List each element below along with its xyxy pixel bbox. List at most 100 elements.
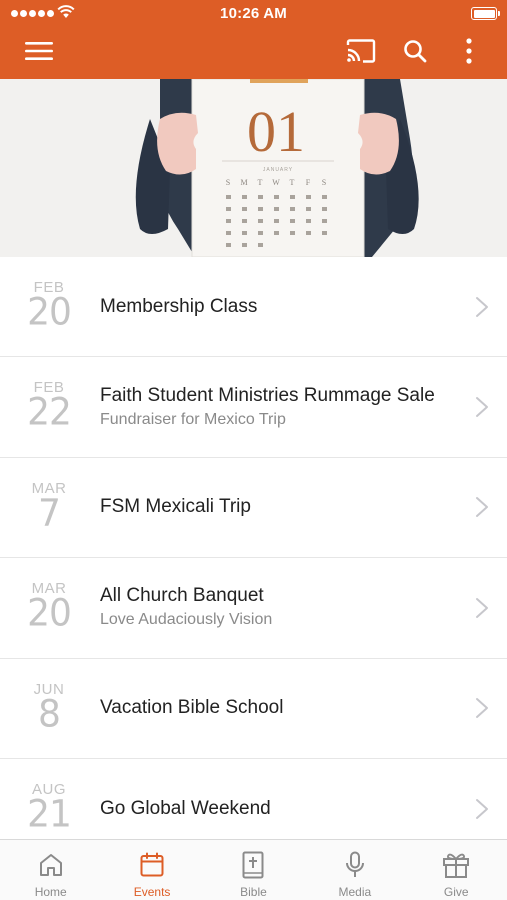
calendar-date-mark [290,207,295,211]
event-date: MAR 7 [14,480,84,535]
chevron-right-icon [476,597,488,618]
event-date: MAR 20 [14,580,84,636]
home-icon [37,851,65,879]
calendar-date-mark [290,231,295,235]
event-row[interactable]: FEB 20 Membership Class [0,257,507,358]
event-day: 7 [38,491,61,535]
event-text: Vacation Bible School [100,659,467,758]
calendar-date-mark [258,207,263,211]
gift-icon [442,851,470,879]
event-date: FEB 20 [14,279,84,334]
calendar-weekday: M [240,178,247,187]
cast-button[interactable] [344,34,378,68]
calendar-date-mark [322,231,327,235]
event-date: JUN 8 [14,681,84,736]
calendar-date-mark [274,231,279,235]
status-time: 10:26 AM [220,5,287,22]
event-row[interactable]: MAR 20 All Church Banquet Love Audacious… [0,558,507,659]
calendar-date-mark [290,219,295,223]
calendar-date-mark [306,207,311,211]
calendar-date-mark [306,231,311,235]
calendar-date-mark [306,219,311,223]
event-title: Faith Student Ministries Rummage Sale [100,384,435,406]
event-row[interactable]: FEB 22 Faith Student Ministries Rummage … [0,357,507,458]
event-list: FEB 20 Membership Class FEB 22 Faith Stu… [0,257,507,839]
calendar-date-mark [226,207,231,211]
cast-icon [346,39,376,63]
calendar-date-mark [258,243,263,247]
calendar-date-mark [274,207,279,211]
tab-events[interactable]: Events [101,840,202,900]
tab-label: Events [133,885,171,899]
event-title: All Church Banquet [100,585,264,607]
calendar-date-mark [242,231,247,235]
calendar-date-mark [258,219,263,223]
calendar-date-mark [290,195,295,199]
bible-icon [239,851,267,879]
event-text: Go Global Weekend [100,759,467,839]
calendar-date-mark [258,195,263,199]
event-title: Membership Class [100,295,258,317]
event-date: FEB 22 [14,379,84,435]
tab-bar: Home Events Bible Media Give [0,839,507,900]
status-bar: 10:26 AM [0,0,507,26]
calendar-weekday: W [272,178,280,187]
event-day: 20 [27,290,72,334]
tab-label: Media [338,885,372,899]
more-options-button[interactable] [452,34,486,68]
calendar-weekday: T [258,178,263,187]
event-row[interactable]: AUG 21 Go Global Weekend [0,758,507,839]
calendar-date-mark [274,195,279,199]
calendar-date-mark [322,195,327,199]
more-vertical-icon [466,38,472,64]
tab-label: Bible [240,885,267,899]
event-title: FSM Mexicali Trip [100,496,251,518]
calendar-date-mark [242,207,247,211]
tab-media[interactable]: Media [304,840,405,900]
event-row[interactable]: MAR 7 FSM Mexicali Trip [0,457,507,559]
calendar-date-mark [274,219,279,223]
chevron-right-icon [476,698,488,719]
calendar-date-mark [242,195,247,199]
calendar-date-mark [226,195,231,199]
chevron-right-icon [476,497,488,518]
calendar-month: JANUARY [263,167,293,173]
calendar-date-mark [322,207,327,211]
event-text: Membership Class [100,257,467,356]
tab-give[interactable]: Give [406,840,507,900]
chevron-right-icon [476,798,488,819]
tab-label: Home [34,885,67,899]
microphone-icon [341,851,369,879]
menu-icon [25,42,53,60]
menu-button[interactable] [22,34,56,68]
event-day: 8 [38,692,61,736]
calendar-date-mark [226,231,231,235]
calendar-weekday: S [226,178,230,187]
event-day: 20 [27,592,72,636]
calendar-date-mark [242,243,247,247]
event-title: Vacation Bible School [100,697,284,719]
calendar-icon [138,851,166,879]
event-day: 22 [27,391,72,435]
tab-home[interactable]: Home [0,840,101,900]
calendar-date-mark [242,219,247,223]
event-day: 21 [27,792,72,836]
event-text: All Church Banquet Love Audaciously Visi… [100,558,467,657]
event-text: FSM Mexicali Trip [100,458,467,557]
chevron-right-icon [476,296,488,317]
calendar-date-mark [322,219,327,223]
event-subtitle: Love Audaciously Vision [100,611,273,629]
chevron-right-icon [476,397,488,418]
event-date: AUG 21 [14,781,84,836]
tab-bible[interactable]: Bible [203,840,304,900]
app-header: 10:26 AM [0,0,507,79]
hero-image: 01 JANUARY SMTWTFS [0,79,507,257]
calendar-date-mark [258,231,263,235]
event-row[interactable]: JUN 8 Vacation Bible School [0,658,507,759]
calendar-number: 01 [247,99,305,164]
tab-label: Give [443,885,469,899]
search-button[interactable] [398,34,432,68]
calendar-weekday: F [306,178,311,187]
calendar-weekday: T [290,178,295,187]
event-title: Go Global Weekend [100,797,271,819]
